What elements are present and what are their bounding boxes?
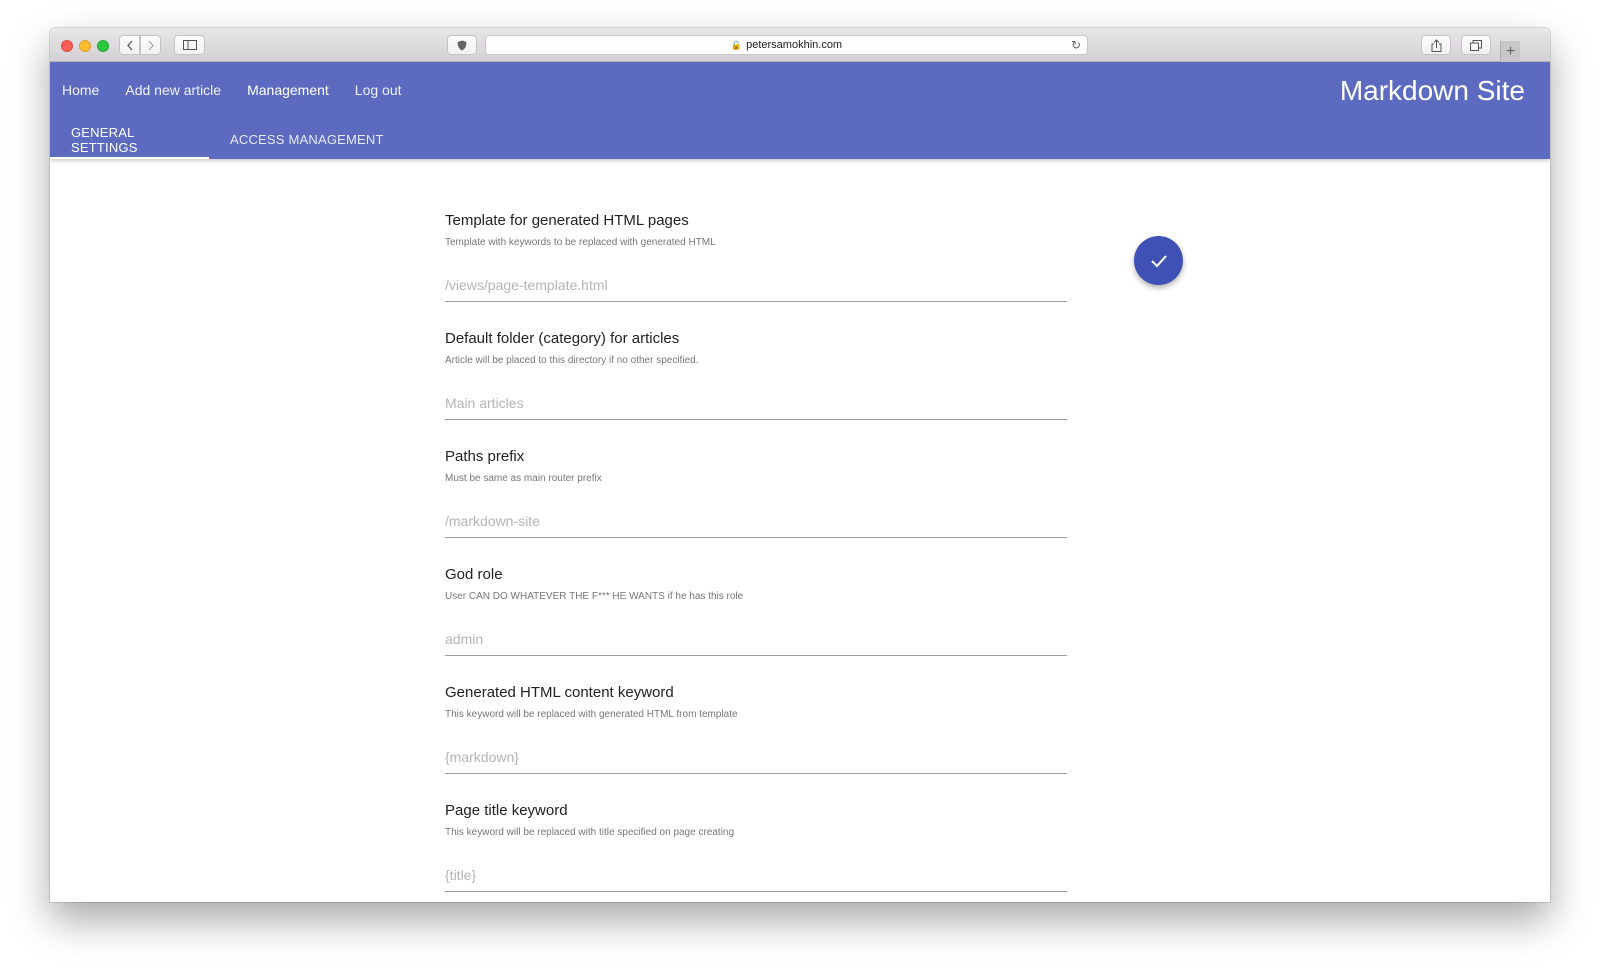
address-bar[interactable]: 🔒 petersamokhin.com ↻ [485,35,1088,55]
share-button[interactable] [1421,35,1451,55]
setting-title-keyword: Page title keyword This keyword will be … [445,802,1067,902]
field-title: Page title keyword [445,802,568,819]
chevron-right-icon [148,40,154,50]
reload-icon[interactable]: ↻ [1071,38,1081,52]
field-description: This keyword will be replaced with title… [445,827,735,838]
setting-paths-prefix: Paths prefix Must be same as main router… [445,448,1067,566]
zoom-window-button[interactable] [97,40,109,52]
main-nav: Home Add new article Management Log out [62,82,428,98]
browser-toolbar: 🔒 petersamokhin.com ↻ + [50,28,1550,62]
settings-tabs: GENERAL SETTINGS ACCESS MANAGEMENT [50,120,405,159]
field-title: God role [445,566,503,583]
template-path-input[interactable] [445,268,1067,302]
field-description: Article will be placed to this directory… [445,355,699,366]
plus-icon: + [1505,42,1516,60]
setting-default-folder: Default folder (category) for articles A… [445,330,1067,448]
field-description: User CAN DO WHATEVER THE F*** HE WANTS i… [445,591,744,602]
tabs-overview-icon [1470,39,1482,51]
lock-icon: 🔒 [730,39,743,50]
field-title: Default folder (category) for articles [445,330,680,347]
sidebar-icon [182,40,197,50]
nav-add-new-article[interactable]: Add new article [125,82,221,98]
show-tabs-button[interactable] [1461,35,1491,55]
field-description: This keyword will be replaced with gener… [445,709,738,720]
chevron-left-icon [126,40,132,50]
new-tab-button[interactable]: + [1500,41,1520,62]
share-icon [1431,38,1441,52]
setting-template: Template for generated HTML pages Templa… [445,212,1067,330]
save-settings-button[interactable] [1134,236,1183,285]
field-title: Template for generated HTML pages [445,212,689,229]
close-window-button[interactable] [61,40,73,52]
paths-prefix-input[interactable] [445,504,1067,538]
tab-access-management[interactable]: ACCESS MANAGEMENT [209,120,405,159]
content-keyword-input[interactable] [445,740,1067,774]
god-role-input[interactable] [445,622,1067,656]
default-folder-input[interactable] [445,386,1067,420]
app-header: Home Add new article Management Log out … [50,62,1550,159]
setting-content-keyword: Generated HTML content keyword This keyw… [445,684,1067,802]
nav-log-out[interactable]: Log out [355,82,402,98]
field-description: Template with keywords to be replaced wi… [445,237,716,248]
browser-window: 🔒 petersamokhin.com ↻ + Home Add new art… [50,28,1550,902]
site-title: Markdown Site [1339,75,1525,106]
tab-general-settings[interactable]: GENERAL SETTINGS [50,120,209,159]
field-description: Must be same as main router prefix [445,473,602,484]
settings-form: Template for generated HTML pages Templa… [445,212,1067,902]
url-text: petersamokhin.com [746,39,843,51]
field-title: Generated HTML content keyword [445,684,674,701]
back-button[interactable] [119,35,140,55]
check-icon [1150,254,1167,267]
nav-management[interactable]: Management [247,82,329,98]
privacy-report-button[interactable] [447,35,477,55]
shield-icon [457,40,467,50]
forward-button[interactable] [140,35,161,55]
field-title: Paths prefix [445,448,525,465]
title-keyword-input[interactable] [445,858,1067,892]
nav-home[interactable]: Home [62,82,99,98]
minimize-window-button[interactable] [79,40,91,52]
setting-god-role: God role User CAN DO WHATEVER THE F*** H… [445,566,1067,684]
sidebar-toggle-button[interactable] [174,35,205,55]
